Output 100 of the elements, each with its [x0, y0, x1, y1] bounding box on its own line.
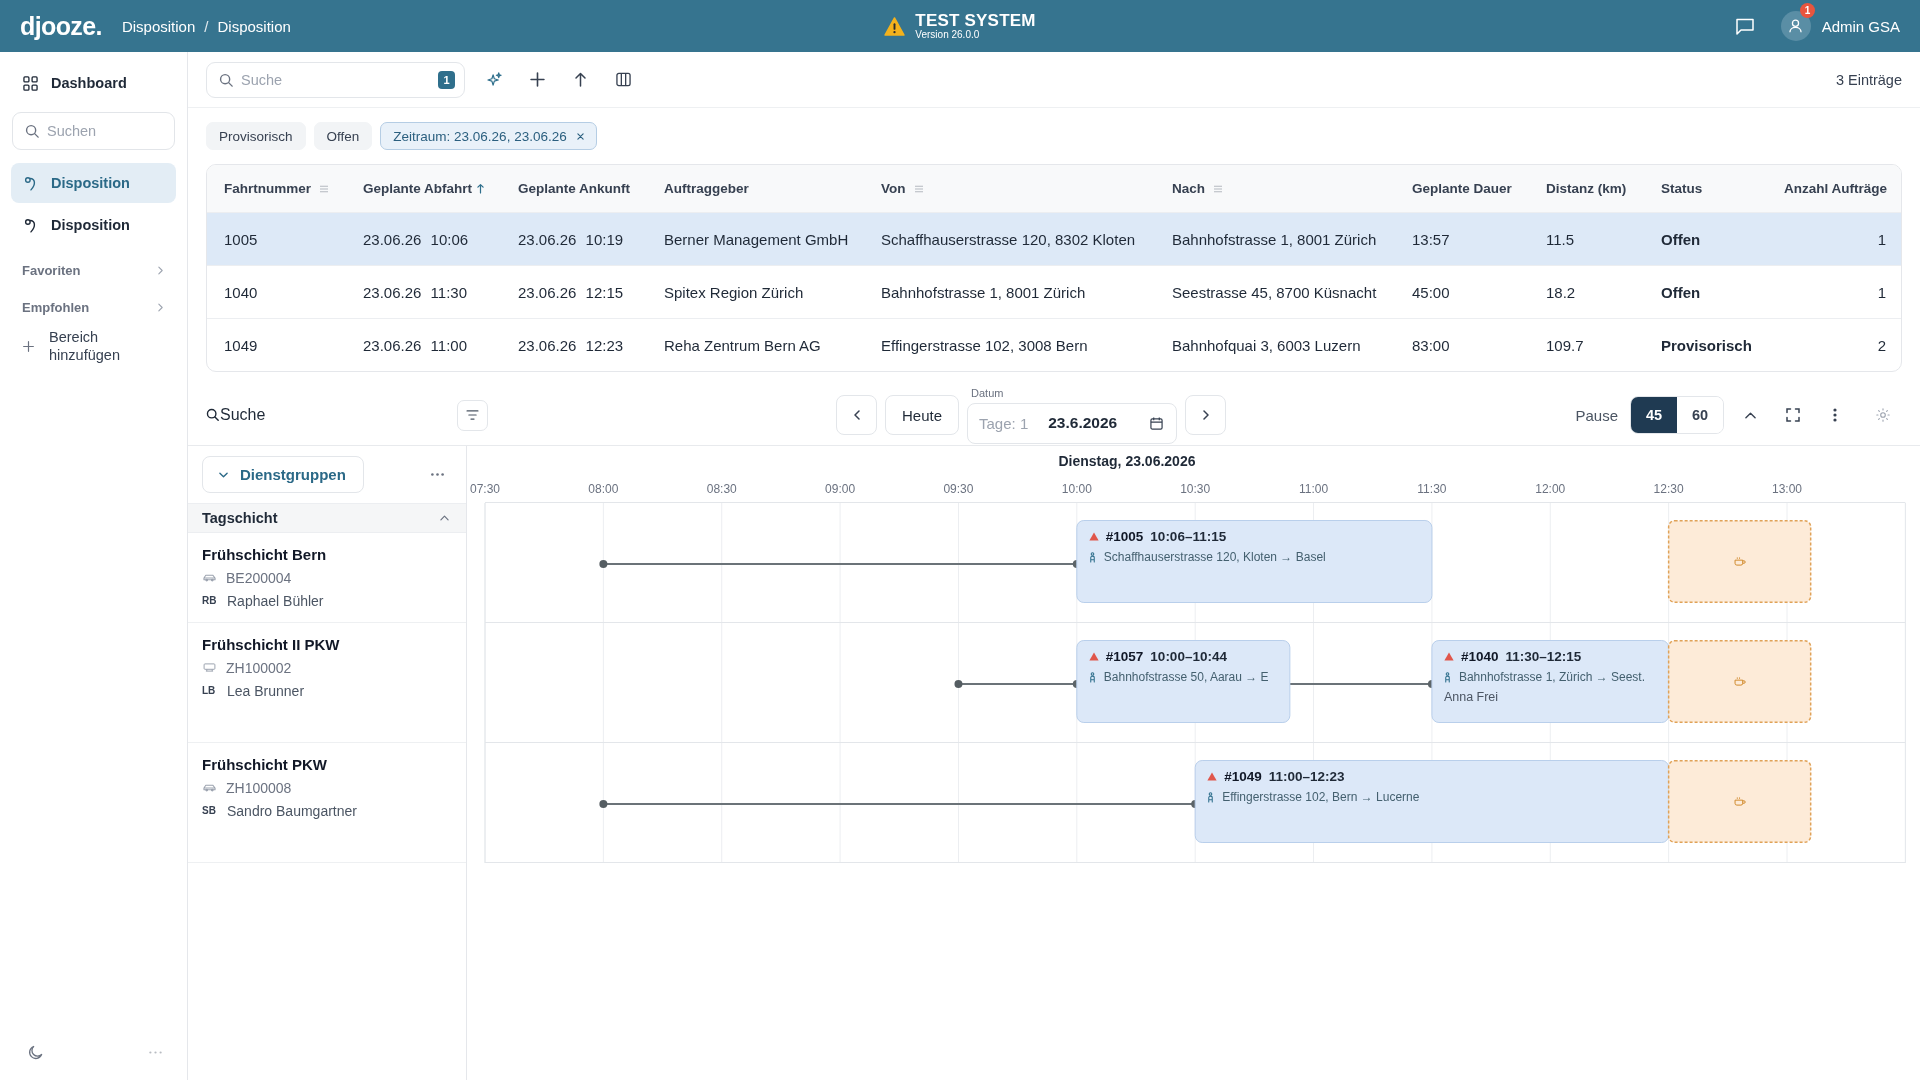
- table-cell-text: 13:57: [1411, 230, 1451, 248]
- search-field[interactable]: Suchen: [12, 112, 175, 150]
- chevron-up-icon[interactable]: [1745, 411, 1756, 419]
- plus-icon[interactable]: [530, 72, 545, 87]
- columns-icon[interactable]: [616, 72, 631, 87]
- section-toggle[interactable]: Favoriten: [11, 258, 176, 282]
- system-title: TEST SYSTEM: [915, 12, 1036, 29]
- tick-label: 09:30: [943, 481, 974, 498]
- person-icon: [1088, 551, 1096, 563]
- table-cell-text: 1049: [223, 336, 259, 354]
- filter-chip[interactable]: Zeitraum: 23.06.26, 23.06.26: [380, 122, 597, 150]
- column-header[interactable]: Distanz (km): [1529, 181, 1644, 196]
- column-header[interactable]: Geplante Dauer: [1395, 181, 1529, 196]
- car-icon: [203, 783, 216, 792]
- column-header[interactable]: Geplante Abfahrt: [346, 181, 501, 196]
- column-header[interactable]: Fahrtnummer: [207, 181, 346, 196]
- fullscreen-icon[interactable]: [1786, 408, 1800, 422]
- add-area-button[interactable]: Bereich hinzufügen: [11, 328, 176, 364]
- table-cell-text: 23.06.26 11:30: [362, 283, 468, 301]
- sparkle-icon[interactable]: [487, 72, 502, 87]
- chart-title: Dienstag, 23.06.2026: [1058, 453, 1196, 469]
- table-cell-text: Bahnhofstrasse 1, 8001 Zürich: [1171, 230, 1378, 248]
- grid-icon: [23, 75, 38, 91]
- car-icon: [203, 573, 216, 582]
- notification-badge: 1: [1800, 3, 1815, 18]
- search-icon: [219, 72, 233, 87]
- column-header[interactable]: Auftraggeber: [647, 181, 864, 196]
- moon-icon[interactable]: [28, 1044, 43, 1060]
- logo[interactable]: djooze.: [20, 11, 102, 41]
- trip-time: 11:00–12:23: [1268, 769, 1345, 784]
- trip-bar[interactable]: [1194, 760, 1670, 843]
- trip-bar[interactable]: [1076, 520, 1433, 603]
- filter-chip[interactable]: Provisorisch: [206, 122, 306, 150]
- van-icon: [203, 663, 216, 672]
- breadcrumb-item[interactable]: Disposition: [121, 17, 196, 35]
- column-header[interactable]: Geplante Ankunft: [501, 181, 647, 196]
- shift-start-marker: [599, 800, 608, 808]
- table-cell-text: 1040: [223, 283, 259, 301]
- trip-number: #1049: [1224, 769, 1262, 784]
- table-row[interactable]: 1049 23.06.26 11:00 23.06.26 12:23 Reha Zentrum Bern AG Effingerstrasse 102, 3008 Bern Bahnhofquai 3, 6003 Luzern 83:00 109.7 Provisorisch 2: [207, 319, 1901, 371]
- search-icon: [206, 408, 219, 421]
- groups-button[interactable]: Dienstgruppen: [202, 456, 364, 493]
- table-cell-text: 109.7: [1545, 336, 1585, 354]
- person-icon: [1443, 671, 1451, 683]
- user-icon: [1789, 19, 1803, 33]
- shift-name: Frühschicht PKW: [202, 756, 328, 773]
- user-name[interactable]: Admin GSA: [1821, 17, 1900, 35]
- table-cell-text: Berner Management GmbH: [663, 230, 850, 248]
- trip-time: 10:06–11:15: [1150, 529, 1227, 544]
- table-cell-text: 23.06.26 10:19: [517, 230, 625, 248]
- section-toggle[interactable]: Empfohlen: [11, 295, 176, 319]
- group-header[interactable]: Tagschicht: [188, 503, 466, 533]
- column-header[interactable]: Nach: [1155, 181, 1395, 196]
- nav-item[interactable]: Dashboard: [11, 65, 176, 101]
- tick-label: 09:00: [825, 481, 856, 498]
- calendar-icon[interactable]: [1150, 416, 1164, 430]
- vehicle-plate: BE200004: [226, 569, 292, 586]
- table-cell-text: 11.5: [1545, 230, 1576, 248]
- pause-option[interactable]: 45: [1631, 397, 1677, 433]
- trip-time: 11:30–12:15: [1505, 649, 1582, 664]
- driver-name: Lea Brunner: [227, 682, 305, 699]
- nav-item[interactable]: Disposition: [11, 205, 176, 245]
- trip-time: 10:00–10:44: [1150, 649, 1227, 664]
- nav-item[interactable]: Disposition: [11, 163, 176, 203]
- chat-icon[interactable]: [1735, 17, 1754, 35]
- column-header[interactable]: Anzahl Aufträge: [1761, 181, 1901, 196]
- date-field[interactable]: Tage: 1 23.6.2026: [967, 402, 1178, 444]
- pin-icon: [23, 217, 38, 233]
- sort-ascending-icon[interactable]: [477, 183, 484, 194]
- arrow-up-icon[interactable]: [573, 72, 588, 87]
- tick-label: 11:30: [1417, 481, 1447, 498]
- column-header[interactable]: Status: [1644, 181, 1761, 196]
- column-header[interactable]: Von: [864, 181, 1155, 196]
- table-cell-text: Provisorisch: [1660, 336, 1753, 354]
- route-text: Effingerstrasse 102, Bern → Lucerne: [1222, 790, 1420, 804]
- table-cell-text: Offen: [1660, 283, 1702, 301]
- table-cell-text: Schaffhauserstrasse 120, 8302 Kloten: [880, 230, 1137, 248]
- trip-bar[interactable]: [1076, 640, 1291, 723]
- today-button[interactable]: Heute: [885, 395, 960, 435]
- more-icon[interactable]: [431, 473, 444, 476]
- tick-label: 08:00: [588, 481, 619, 498]
- route-text: Bahnhofstrasse 50, Aarau → E: [1103, 670, 1269, 684]
- close-icon[interactable]: [576, 132, 584, 140]
- table-cell-text: 1: [1876, 230, 1887, 248]
- search-field[interactable]: Suche: [206, 402, 406, 428]
- table-cell-text: 23.06.26 12:15: [517, 283, 625, 301]
- breadcrumb-item[interactable]: Disposition: [217, 17, 291, 35]
- table-cell-text: Spitex Region Zürich: [663, 283, 805, 301]
- trip-number: #1040: [1460, 649, 1499, 664]
- more-vertical-icon[interactable]: [1833, 408, 1837, 422]
- trip-bar[interactable]: [1431, 640, 1670, 723]
- table-cell-text: Offen: [1660, 230, 1702, 248]
- filter-chip[interactable]: Offen: [313, 122, 373, 150]
- table-row[interactable]: 1040 23.06.26 11:30 23.06.26 12:15 Spitex Region Zürich Bahnhofstrasse 1, 8001 Zürich Seestrasse 45, 8700 Küsnacht 45:00 18.2 Offen 1: [207, 266, 1901, 319]
- table-row[interactable]: 1005 23.06.26 10:06 23.06.26 10:19 Berner Management GmbH Schaffhauserstrasse 120, 8302 Kloten Bahnhofstrasse 1, 8001 Zürich 13:57 11.5 Offen 1: [207, 213, 1901, 266]
- tick-label: 07:30: [470, 481, 500, 498]
- version-label: Version 26.0.0: [915, 30, 981, 40]
- table-cell-text: 1005: [223, 230, 259, 248]
- table-cell-text: 23.06.26 11:00: [362, 336, 468, 354]
- shift-name: Frühschicht II PKW: [202, 636, 341, 653]
